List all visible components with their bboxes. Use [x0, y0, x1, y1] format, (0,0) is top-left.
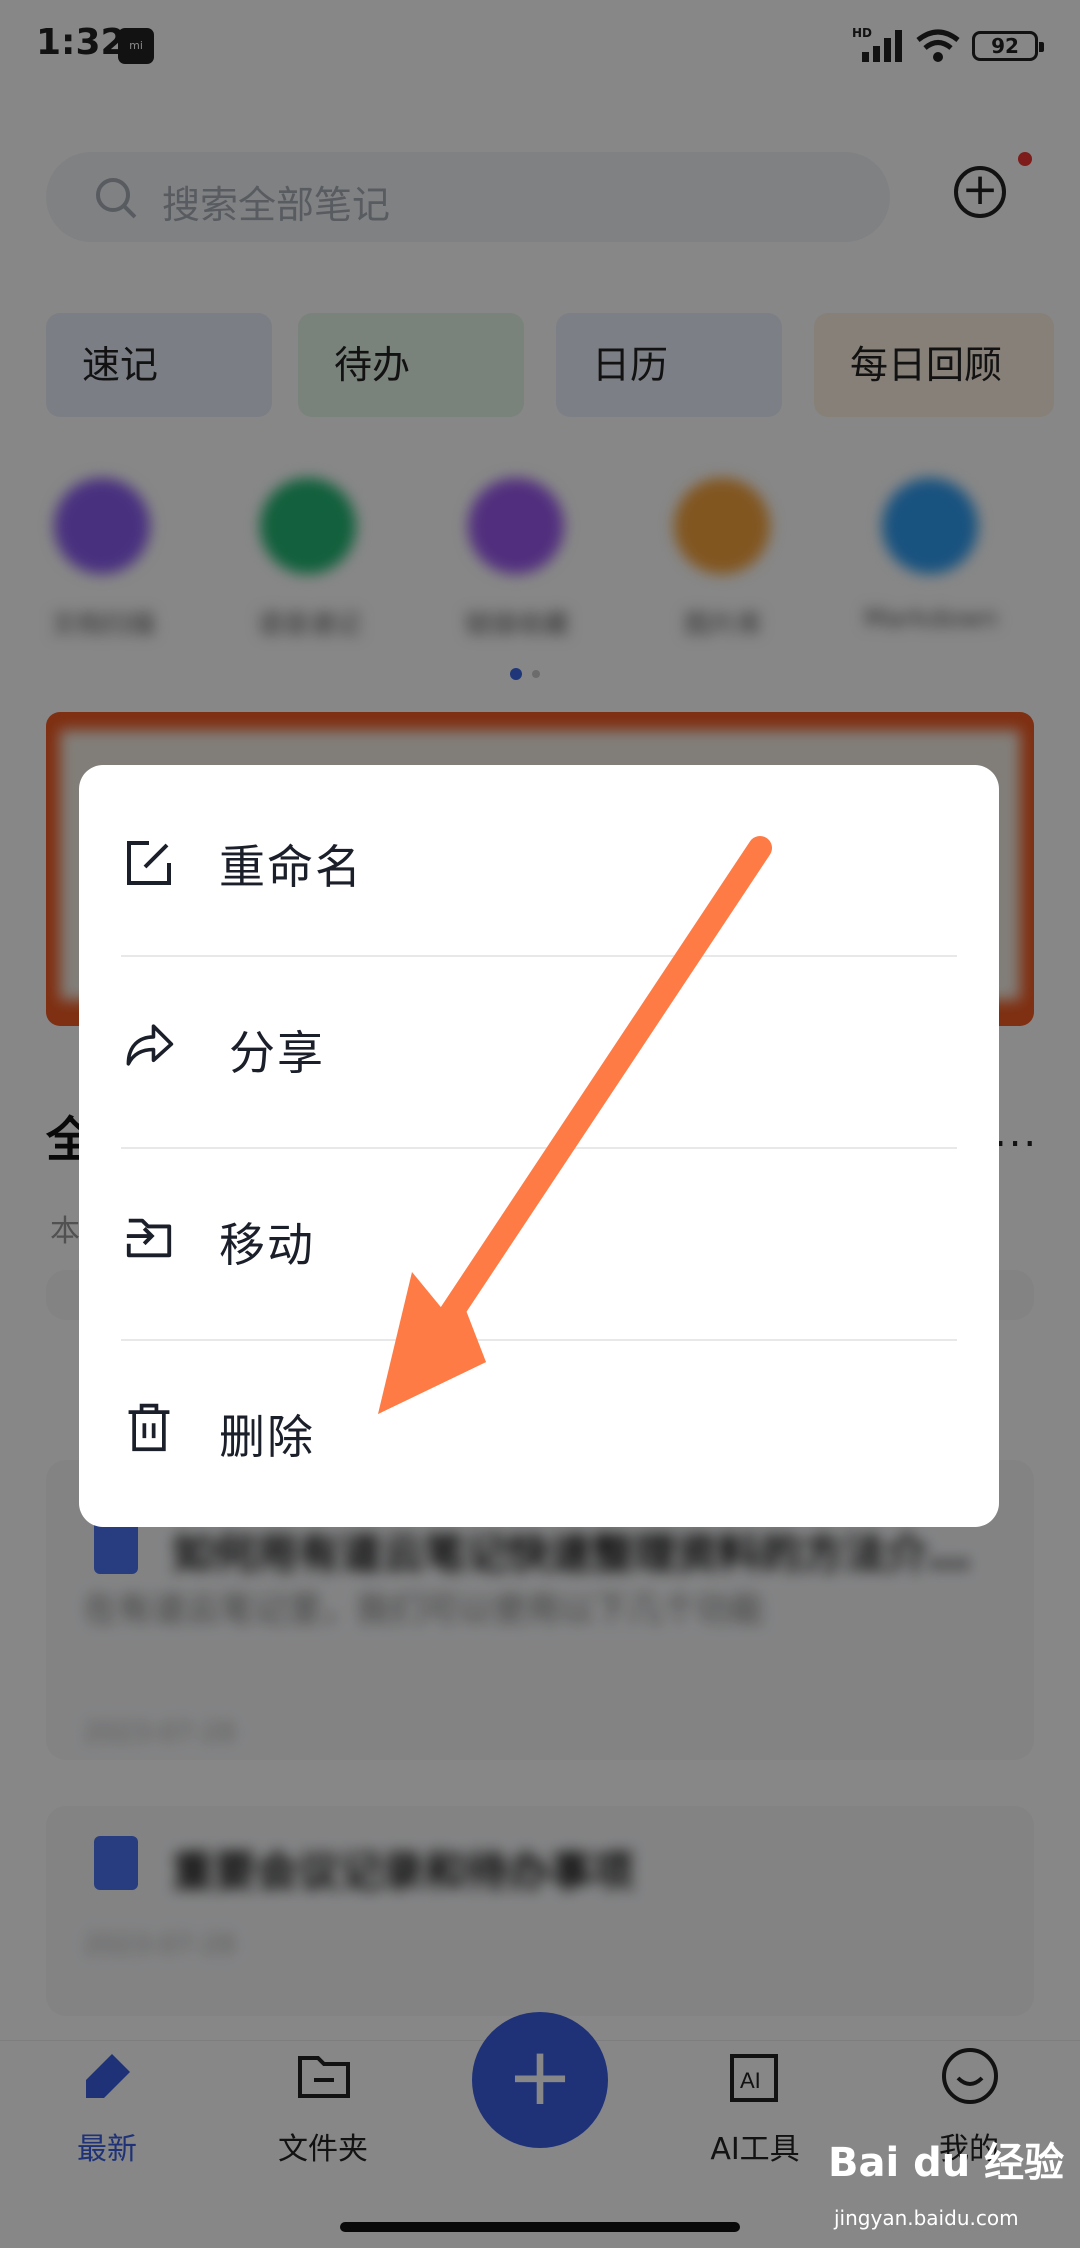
annotation-arrow — [378, 836, 772, 1414]
watermark-brand: Bai du 经验 — [828, 2140, 1065, 2186]
watermark-url: jingyan.baidu.com — [834, 2206, 1019, 2230]
